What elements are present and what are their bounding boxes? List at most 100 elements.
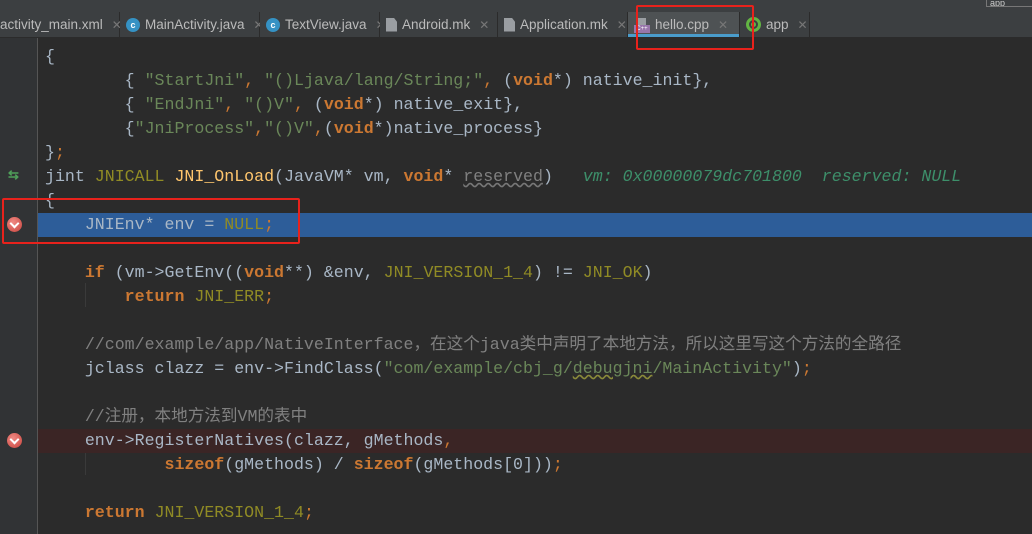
tab-label: app — [766, 17, 789, 32]
code-token: reserved — [463, 167, 543, 186]
tab-textview-java[interactable]: cTextView.java✕ — [260, 12, 386, 37]
code-token: (gMethods[0])) — [413, 455, 553, 474]
code-line[interactable]: //com/example/app/NativeInterface，在这个jav… — [38, 333, 1032, 357]
android-app-icon — [746, 17, 761, 32]
code-line[interactable]: jclass clazz = env->FindClass("com/examp… — [38, 357, 1032, 381]
code-token: void — [244, 263, 285, 282]
code-token: if — [84, 263, 115, 282]
text-file-icon — [504, 17, 515, 32]
code-line[interactable]: }; — [38, 141, 1032, 165]
code-token: void — [323, 95, 364, 114]
code-token: debugjni — [572, 359, 653, 378]
code-token: return — [84, 503, 155, 522]
java-class-icon: c — [266, 17, 280, 32]
code-line[interactable]: return JNI_VERSION_1_4; — [38, 501, 1032, 525]
code-token: ; — [264, 215, 275, 234]
code-token: /MainActivity" — [652, 359, 792, 378]
code-token: //com/example/app/NativeInterface，在这个jav… — [45, 335, 902, 354]
code-line[interactable]: env->RegisterNatives(clazz, gMethods, — [38, 429, 1032, 453]
code-token: { — [45, 71, 145, 90]
code-token: ; — [801, 359, 812, 378]
java-class-icon: c — [126, 17, 140, 32]
code-token: ; — [552, 455, 563, 474]
tab-label: MainActivity.java — [145, 17, 245, 32]
code-line[interactable] — [38, 237, 1032, 261]
code-line[interactable]: { — [38, 45, 1032, 69]
code-token: JNI_VERSION_1_4 — [383, 263, 533, 282]
code-token: ; — [303, 503, 314, 522]
close-tab-icon[interactable]: ✕ — [798, 18, 808, 32]
code-line[interactable]: { "StartJni", "()Ljava/lang/String;", (v… — [38, 69, 1032, 93]
tab-label: Application.mk — [520, 17, 608, 32]
code-token: NULL — [224, 215, 265, 234]
code-line[interactable]: sizeof(gMethods) / sizeof(gMethods[0])); — [38, 453, 1032, 477]
code-token: (gMethods) / — [224, 455, 354, 474]
code-token: return — [124, 287, 195, 306]
code-token: ( — [503, 71, 514, 90]
breakpoint-icon[interactable] — [7, 217, 22, 232]
code-token: *) native_exit}, — [363, 95, 524, 114]
tab-label: hello.cpp — [655, 17, 710, 32]
code-token: *)native_process} — [373, 119, 543, 138]
code-token: "()V" — [244, 95, 294, 114]
editor-tab-bar: activity_main.xml ✕ c MainActivity.java ✕ c Te… — [0, 12, 1032, 38]
code-token: ) — [542, 167, 553, 186]
tab-app[interactable]: app ✕ — [740, 12, 810, 37]
code-token: ( — [323, 119, 334, 138]
close-tab-icon[interactable]: ✕ — [479, 18, 489, 32]
code-line[interactable]: { "EndJni", "()V", (void*) native_exit}, — [38, 93, 1032, 117]
code-token: JNIEnv* env = — [45, 215, 225, 234]
code-token: vm: 0x00000079dc701800 reserved: NULL — [552, 167, 962, 186]
code-line[interactable]: { — [38, 189, 1032, 213]
tab-activity-main-xml[interactable]: activity_main.xml ✕ — [0, 12, 122, 37]
code-token: "EndJni" — [144, 95, 225, 114]
code-editor[interactable]: { { "StartJni", "()Ljava/lang/String;", … — [38, 38, 1032, 534]
tab-mainactivity-java[interactable]: c MainActivity.java ✕ — [120, 12, 264, 37]
tab-android-mk[interactable]: Android.mk ✕ — [380, 12, 498, 37]
code-line[interactable]: return JNI_ERR; — [38, 285, 1032, 309]
code-token: ) — [642, 263, 653, 282]
code-line[interactable]: {"JniProcess","()V",(void*)native_proces… — [38, 117, 1032, 141]
close-tab-icon[interactable]: ✕ — [617, 18, 627, 32]
code-token: * — [443, 167, 464, 186]
code-token: jclass clazz = env->FindClass( — [45, 359, 384, 378]
code-line[interactable] — [38, 381, 1032, 405]
code-token: sizeof — [164, 455, 225, 474]
tab-application-mk[interactable]: Application.mk ✕ — [498, 12, 628, 37]
code-line[interactable] — [38, 309, 1032, 333]
code-token: JNI_OK — [582, 263, 643, 282]
implements-icon[interactable]: ⇆ — [8, 167, 19, 183]
code-line[interactable]: jint JNICALL JNI_OnLoad(JavaVM* vm, void… — [38, 165, 1032, 189]
title-strip — [0, 0, 1032, 12]
code-token: env->RegisterNatives(clazz, gMethods — [45, 431, 444, 450]
code-token: void — [403, 167, 444, 186]
tab-label: Android.mk — [402, 17, 471, 32]
cpp-file-icon — [634, 17, 650, 33]
code-line[interactable]: if (vm->GetEnv((void**) &env, JNI_VERSIO… — [38, 261, 1032, 285]
code-line[interactable]: JNIEnv* env = NULL; — [38, 213, 1032, 237]
text-file-icon — [386, 17, 397, 32]
code-line[interactable] — [38, 477, 1032, 501]
code-token: } — [45, 143, 55, 162]
code-token: , — [443, 431, 454, 450]
code-line[interactable]: //注册，本地方法到VM的表中 — [38, 405, 1032, 429]
breakpoint-icon[interactable] — [7, 433, 22, 448]
code-token: JNI_VERSION_1_4 — [154, 503, 304, 522]
code-token: ; — [264, 287, 275, 306]
tab-hello-cpp[interactable]: hello.cpp ✕ — [628, 12, 740, 37]
close-tab-icon[interactable]: ✕ — [718, 18, 728, 32]
code-token: sizeof — [353, 455, 414, 474]
code-token: ) — [791, 359, 802, 378]
code-token: "()V" — [264, 119, 314, 138]
code-token: , — [244, 71, 265, 90]
run-config-selector[interactable]: app — [986, 0, 1032, 7]
code-token: ) != — [532, 263, 583, 282]
code-token: JNICALL — [94, 167, 175, 186]
code-token: void — [513, 71, 553, 90]
code-token: JNI_OnLoad — [174, 167, 275, 186]
code-token: *) native_init}, — [552, 71, 713, 90]
code-token: , — [224, 95, 245, 114]
editor-gutter[interactable]: ⇆ — [0, 38, 38, 534]
